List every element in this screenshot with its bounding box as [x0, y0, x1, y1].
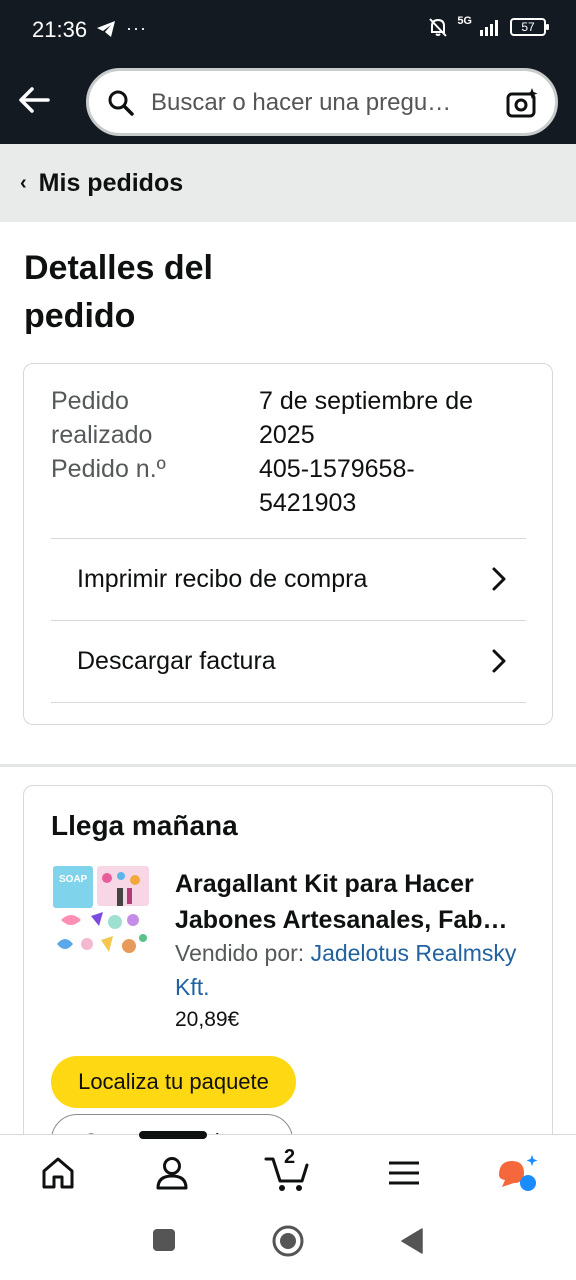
chevron-left-icon: ‹	[20, 171, 27, 194]
svg-text:SOAP: SOAP	[59, 874, 88, 885]
breadcrumb[interactable]: ‹ Mis pedidos	[0, 144, 576, 222]
order-placed-value: 7 de septiembre de 2025	[259, 387, 474, 449]
home-button-icon[interactable]	[272, 1225, 304, 1257]
telegram-icon	[97, 20, 115, 37]
cart-count: 2	[284, 1146, 296, 1168]
chevron-right-icon	[492, 649, 506, 673]
product-price: 20,89€	[175, 1008, 240, 1031]
rufus-assistant-icon[interactable]	[496, 1153, 540, 1193]
product-image[interactable]: SOAP	[51, 864, 153, 966]
battery-level: 57	[521, 20, 535, 34]
recent-apps-icon[interactable]	[152, 1228, 176, 1252]
search-icon	[108, 90, 134, 116]
search-bar[interactable]	[86, 68, 558, 136]
status-time: 21:36	[32, 17, 88, 42]
back-button-icon[interactable]	[400, 1228, 424, 1254]
signal-icon	[480, 20, 498, 36]
bottom-nav: 2	[0, 1131, 576, 1210]
sold-by-label: Vendido por:	[175, 940, 305, 966]
order-number-value: 405-1579658-5421903	[259, 455, 415, 517]
cart-button[interactable]: 2	[264, 1146, 310, 1193]
menu-icon[interactable]	[384, 1153, 424, 1193]
sold-by: Vendido por: Jadelotus Realmsky Kft.	[175, 936, 535, 1004]
back-arrow-icon[interactable]	[16, 82, 52, 118]
battery-icon: 57	[510, 18, 549, 36]
order-placed-label: Pedido realizado	[51, 387, 153, 449]
delivery-status: Llega mañana	[51, 810, 238, 841]
network-type-label: 5G	[457, 15, 472, 27]
account-icon[interactable]	[152, 1153, 192, 1193]
shipment-card: Llega mañana SOAP Aragallant Kit para Ha…	[23, 785, 553, 1185]
drag-handle	[139, 1131, 207, 1139]
more-notifications-icon: ···	[126, 18, 147, 38]
track-package-button[interactable]: Localiza tu paquete	[51, 1056, 296, 1108]
order-number-label: Pedido n.º	[51, 455, 166, 483]
home-icon[interactable]	[38, 1153, 78, 1193]
order-summary-card: Pedido realizado 7 de septiembre de 2025…	[23, 363, 553, 725]
chevron-right-icon	[492, 567, 506, 591]
status-bar: 21:36 ··· 5G 57	[0, 0, 576, 60]
product-title[interactable]: Aragallant Kit para Hacer Jabones Artesa…	[175, 866, 535, 938]
breadcrumb-label: Mis pedidos	[38, 168, 184, 197]
download-invoice-link[interactable]: Descargar factura	[51, 620, 526, 702]
page-title: Detalles del pedido	[24, 249, 213, 335]
bell-off-icon	[429, 18, 448, 37]
print-receipt-link[interactable]: Imprimir recibo de compra	[51, 538, 526, 620]
camera-search-icon[interactable]	[505, 85, 541, 121]
download-invoice-label: Descargar factura	[77, 647, 276, 675]
search-input[interactable]	[151, 85, 501, 121]
top-bar	[0, 60, 576, 144]
system-nav-bar	[0, 1210, 576, 1280]
divider	[51, 702, 526, 703]
print-receipt-label: Imprimir recibo de compra	[77, 565, 368, 593]
section-divider	[0, 764, 576, 767]
